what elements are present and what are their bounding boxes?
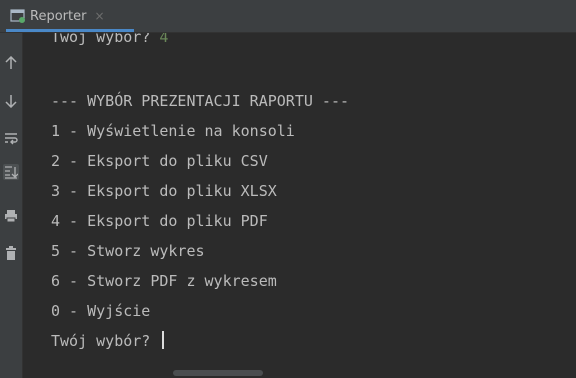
- text-caret: [162, 331, 165, 349]
- menu-option: 6 - Stworz PDF z wykresem: [51, 272, 277, 290]
- horizontal-scrollbar[interactable]: [23, 366, 576, 378]
- run-tool-window: Reporter × Twój wybór? 4 --- WYBÓR PREZE…: [0, 0, 576, 378]
- tab-bar: Reporter ×: [0, 0, 576, 33]
- menu-option: 0 - Wyjście: [51, 302, 151, 320]
- tab-reporter[interactable]: Reporter ×: [6, 0, 113, 32]
- console-run-icon: [10, 9, 26, 23]
- scroll-down-icon[interactable]: [3, 93, 19, 109]
- menu-option: 1 - Wyświetlenie na konsoli: [51, 122, 295, 140]
- console-output[interactable]: Twój wybór? 4 --- WYBÓR PREZENTACJI RAPO…: [23, 33, 576, 363]
- user-input: 4: [159, 33, 169, 46]
- previous-prompt-line: Twój wybór? 4: [51, 33, 168, 47]
- prompt-text: Twój wybór?: [51, 33, 160, 46]
- scrollbar-thumb[interactable]: [173, 370, 263, 376]
- menu-option: 5 - Stworz wykres: [51, 242, 205, 260]
- input-prompt-line[interactable]: Twój wybór?: [51, 331, 165, 351]
- scroll-up-icon[interactable]: [3, 55, 19, 71]
- menu-option: 2 - Eksport do pliku CSV: [51, 152, 268, 170]
- scroll-to-end-icon[interactable]: [3, 164, 19, 180]
- print-icon[interactable]: [3, 208, 19, 224]
- active-tab-indicator: [6, 29, 134, 32]
- menu-option: 3 - Eksport do pliku XLSX: [51, 182, 277, 200]
- close-icon[interactable]: ×: [94, 9, 104, 23]
- clear-all-icon[interactable]: [3, 245, 19, 261]
- console-toolbar: [0, 33, 23, 378]
- prompt-text: Twój wybór?: [51, 332, 160, 350]
- tab-title: Reporter: [30, 8, 87, 24]
- menu-option: 4 - Eksport do pliku PDF: [51, 212, 268, 230]
- menu-header: --- WYBÓR PREZENTACJI RAPORTU ---: [51, 92, 350, 110]
- soft-wrap-icon[interactable]: [3, 131, 19, 147]
